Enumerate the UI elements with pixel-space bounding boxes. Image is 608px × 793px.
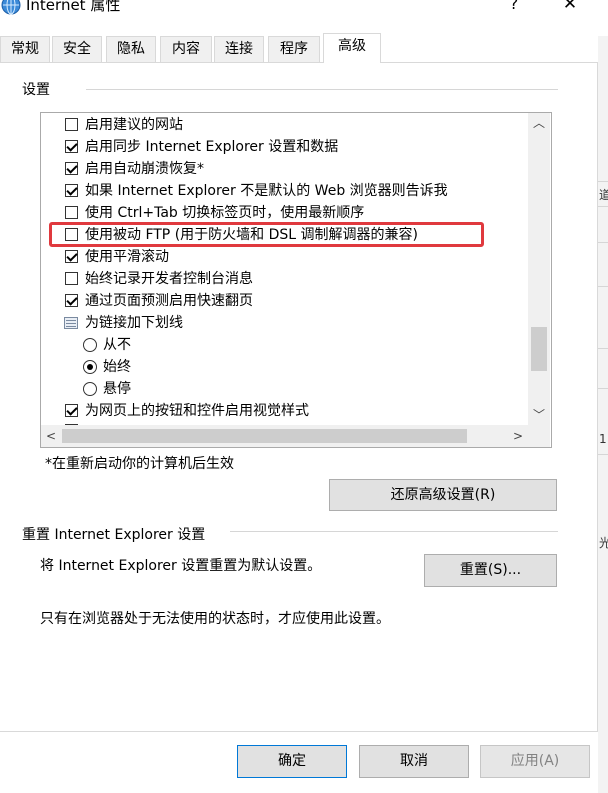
setting-item-smooth-scrolling[interactable]: 使用平滑滚动 — [41, 246, 529, 268]
restart-note: *在重新启动你的计算机后生效 — [45, 456, 234, 472]
checkbox[interactable] — [65, 118, 78, 131]
settings-tree[interactable]: 启用建议的网站 启用同步 Internet Explorer 设置和数据 启用自… — [40, 112, 552, 448]
checkbox[interactable] — [65, 162, 78, 175]
setting-item-ctrl-tab-order[interactable]: 使用 Ctrl+Tab 切换标签页时，使用最新顺序 — [41, 202, 529, 224]
title-bar: Internet 属性 ? ✕ — [0, 0, 608, 32]
background-window-edge: 道 1 光 — [598, 36, 608, 793]
setting-item-flip-ahead[interactable]: 通过页面预测启用快速翻页 — [41, 290, 529, 312]
tab-privacy[interactable]: 隐私 — [106, 36, 156, 62]
setting-label: 为网页上的按钮和控件启用视觉样式 — [85, 403, 309, 419]
tab-content[interactable]: 内容 — [160, 36, 212, 62]
tab-advanced[interactable]: 高级 — [323, 33, 381, 63]
apply-button[interactable]: 应用(A) — [480, 745, 590, 778]
checkbox[interactable] — [65, 272, 78, 285]
checkbox[interactable] — [65, 184, 78, 197]
reset-button[interactable]: 重置(S)... — [424, 554, 557, 587]
ok-button[interactable]: 确定 — [237, 745, 347, 778]
scrollbar-corner — [528, 425, 550, 447]
settings-group-divider — [86, 89, 558, 90]
radio-button[interactable] — [83, 382, 97, 396]
reset-group-label: 重置 Internet Explorer 设置 — [22, 524, 206, 544]
setting-item-visual-styles[interactable]: 为网页上的按钮和控件启用视觉样式 — [41, 400, 529, 422]
tab-security[interactable]: 安全 — [52, 36, 102, 62]
vertical-scroll-thumb[interactable] — [531, 327, 547, 371]
setting-label: 通过页面预测启用快速翻页 — [85, 293, 253, 309]
setting-group-label: 为链接加下划线 — [85, 315, 183, 331]
setting-option-never[interactable]: 从不 — [41, 334, 529, 356]
tab-programs[interactable]: 程序 — [268, 36, 320, 62]
background-glyph: 光 — [599, 536, 608, 550]
setting-item-sync-settings[interactable]: 启用同步 Internet Explorer 设置和数据 — [41, 136, 529, 158]
close-button[interactable]: ✕ — [556, 0, 584, 14]
reset-description: 将 Internet Explorer 设置重置为默认设置。 — [40, 558, 322, 574]
setting-option-hover[interactable]: 悬停 — [41, 378, 529, 400]
setting-label: 启用自动崩溃恢复* — [85, 161, 204, 177]
checkbox[interactable] — [65, 294, 78, 307]
setting-label: 启用同步 Internet Explorer 设置和数据 — [85, 139, 339, 155]
setting-label: 启用建议的网站 — [85, 117, 183, 133]
setting-label: 使用 Ctrl+Tab 切换标签页时，使用最新顺序 — [85, 205, 365, 221]
setting-label: 始终记录开发者控制台消息 — [85, 271, 253, 287]
radio-button[interactable] — [83, 338, 97, 352]
settings-group-icon — [64, 317, 78, 329]
setting-item-crash-recovery[interactable]: 启用自动崩溃恢复* — [41, 158, 529, 180]
horizontal-scroll-thumb[interactable] — [62, 429, 467, 443]
highlight-box — [49, 222, 484, 247]
checkbox[interactable] — [65, 206, 78, 219]
tab-connections[interactable]: 连接 — [214, 36, 264, 62]
scroll-up-arrow-icon[interactable]: ︿ — [528, 113, 550, 133]
tab-strip: 常规 安全 隐私 内容 连接 程序 高级 — [0, 33, 400, 63]
option-label: 从不 — [103, 337, 131, 353]
background-glyph: 道 — [599, 188, 608, 202]
radio-button[interactable] — [83, 360, 97, 374]
tab-general[interactable]: 常规 — [0, 36, 50, 62]
background-glyph: 1 — [599, 432, 607, 446]
cancel-button[interactable]: 取消 — [359, 745, 469, 778]
setting-item-suggested-sites[interactable]: 启用建议的网站 — [41, 114, 529, 136]
setting-group-underline-links: 为链接加下划线 — [41, 312, 529, 334]
horizontal-scrollbar[interactable]: < > — [41, 425, 528, 447]
reset-note: 只有在浏览器处于无法使用的状态时，才应使用此设置。 — [40, 611, 390, 627]
setting-option-always[interactable]: 始终 — [41, 356, 529, 378]
setting-item-default-browser-check[interactable]: 如果 Internet Explorer 不是默认的 Web 浏览器则告诉我 — [41, 180, 529, 202]
help-button[interactable]: ? — [502, 0, 526, 14]
reset-group-divider — [230, 531, 558, 532]
option-label: 悬停 — [103, 381, 131, 397]
scroll-right-arrow-icon[interactable]: > — [508, 425, 528, 447]
setting-label: 如果 Internet Explorer 不是默认的 Web 浏览器则告诉我 — [85, 183, 448, 199]
internet-options-icon — [0, 0, 22, 16]
setting-label: 使用平滑滚动 — [85, 249, 169, 265]
settings-group-label: 设置 — [22, 79, 50, 99]
option-label: 始终 — [103, 359, 131, 375]
checkbox[interactable] — [65, 404, 78, 417]
window-title: Internet 属性 — [26, 0, 121, 14]
scroll-down-arrow-icon[interactable]: ﹀ — [528, 405, 550, 425]
setting-item-console-logging[interactable]: 始终记录开发者控制台消息 — [41, 268, 529, 290]
checkbox[interactable] — [65, 250, 78, 263]
scroll-left-arrow-icon[interactable]: < — [41, 425, 61, 447]
vertical-scrollbar[interactable]: ︿ ﹀ — [528, 113, 550, 425]
checkbox[interactable] — [65, 140, 78, 153]
restore-advanced-settings-button[interactable]: 还原高级设置(R) — [329, 479, 557, 511]
